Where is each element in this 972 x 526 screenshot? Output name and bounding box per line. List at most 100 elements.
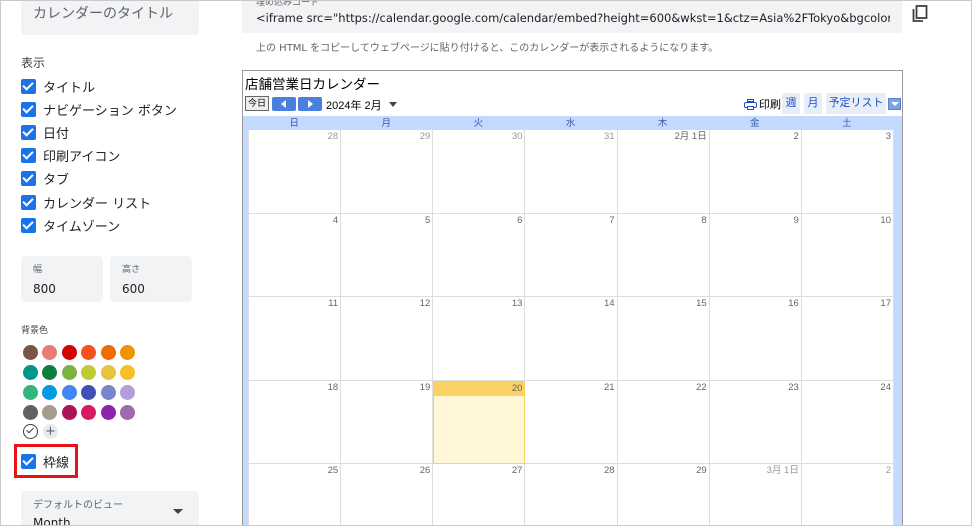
color-swatch[interactable]: [119, 365, 135, 380]
color-swatch[interactable]: [23, 385, 38, 400]
option-checkbox[interactable]: [21, 171, 36, 187]
day-cell[interactable]: 19: [341, 380, 434, 464]
calendar-title: 店舗営業日カレンダー: [245, 77, 380, 92]
day-cell[interactable]: 22: [617, 380, 710, 464]
display-option[interactable]: ナビゲーション ボタン: [21, 99, 177, 119]
dropdown-arrow-icon: [173, 509, 183, 514]
option-checkbox[interactable]: [21, 194, 36, 210]
border-option[interactable]: 枠線: [14, 444, 78, 478]
day-cell[interactable]: 29: [341, 130, 434, 214]
day-cell[interactable]: 27: [433, 464, 526, 525]
day-cell[interactable]: 16: [709, 297, 802, 381]
color-swatch[interactable]: [42, 405, 58, 420]
calendar-list-dropdown[interactable]: [888, 98, 901, 110]
day-cell[interactable]: 3: [801, 130, 894, 214]
day-cell[interactable]: 28: [249, 130, 342, 214]
option-checkbox[interactable]: [21, 124, 36, 140]
color-swatch[interactable]: [100, 385, 116, 400]
today-button[interactable]: 今日: [245, 96, 269, 111]
day-cell[interactable]: 2: [801, 464, 894, 525]
color-swatch[interactable]: [23, 405, 38, 420]
color-swatch[interactable]: [119, 385, 135, 400]
display-option[interactable]: タイムゾーン: [21, 215, 120, 235]
day-cell[interactable]: 18: [249, 380, 342, 464]
add-color-icon[interactable]: +: [43, 424, 58, 439]
day-cell[interactable]: 21: [525, 380, 618, 464]
display-option[interactable]: タイトル: [21, 76, 95, 96]
day-cell[interactable]: 2月 1日: [617, 130, 710, 214]
day-cell[interactable]: 2: [709, 130, 802, 214]
color-swatch[interactable]: [81, 405, 97, 420]
day-cell-today[interactable]: 20: [433, 380, 526, 464]
color-swatch[interactable]: [100, 365, 116, 380]
color-swatch[interactable]: [42, 365, 58, 380]
day-cell[interactable]: 14: [525, 297, 618, 381]
display-option[interactable]: タブ: [21, 169, 69, 189]
custom-color-checked-icon[interactable]: [23, 424, 38, 439]
color-swatch[interactable]: [23, 345, 38, 360]
day-cell[interactable]: 25: [249, 464, 342, 525]
color-swatch[interactable]: [61, 405, 77, 420]
color-swatch[interactable]: [81, 345, 97, 360]
height-field[interactable]: 高さ 600: [110, 256, 192, 302]
color-swatch[interactable]: [100, 405, 116, 420]
default-view-select[interactable]: デフォルトのビュー Month: [21, 491, 199, 525]
print-button[interactable]: 印刷: [744, 96, 781, 112]
day-cell[interactable]: 4: [249, 213, 342, 297]
color-swatch[interactable]: [81, 365, 97, 380]
day-cell[interactable]: 23: [709, 380, 802, 464]
day-cell[interactable]: 24: [801, 380, 894, 464]
display-option[interactable]: 日付: [21, 122, 69, 142]
day-number: 27: [511, 465, 523, 476]
day-number: 9: [793, 214, 799, 226]
day-cell[interactable]: 8: [617, 213, 710, 297]
day-cell[interactable]: 11: [249, 297, 342, 381]
option-checkbox[interactable]: [21, 78, 36, 94]
color-swatch[interactable]: [81, 385, 97, 400]
option-checkbox[interactable]: [21, 101, 36, 117]
display-option[interactable]: 印刷アイコン: [21, 146, 120, 166]
day-cell[interactable]: 28: [525, 464, 618, 525]
day-cell[interactable]: 26: [341, 464, 434, 525]
day-cell[interactable]: 31: [525, 130, 618, 214]
width-field[interactable]: 幅 800: [21, 256, 103, 302]
day-cell[interactable]: 5: [341, 213, 434, 297]
day-cell[interactable]: 15: [617, 297, 710, 381]
day-cell[interactable]: 12: [341, 297, 434, 381]
day-cell[interactable]: 3月 1日: [709, 464, 802, 525]
current-period[interactable]: 2024年 2月: [326, 97, 382, 113]
color-swatch[interactable]: [119, 405, 135, 420]
calendar-title-field[interactable]: カレンダーのタイトル: [21, 1, 199, 35]
printer-icon: [744, 98, 757, 110]
day-cell[interactable]: 30: [433, 130, 526, 214]
day-cell[interactable]: 17: [801, 297, 894, 381]
embed-code-field[interactable]: 埋め込みコード <iframe src="https://calendar.go…: [242, 1, 902, 33]
day-cell[interactable]: 6: [433, 213, 526, 297]
color-swatch[interactable]: [100, 345, 116, 360]
previous-month-button[interactable]: [272, 97, 296, 111]
day-cell[interactable]: 7: [525, 213, 618, 297]
option-checkbox[interactable]: [21, 217, 36, 233]
color-swatch[interactable]: [61, 345, 77, 360]
color-swatch[interactable]: [61, 365, 77, 380]
option-label: ナビゲーション ボタン: [43, 103, 177, 119]
day-cell[interactable]: 10: [801, 213, 894, 297]
border-checkbox[interactable]: [21, 453, 36, 469]
copy-icon[interactable]: [912, 5, 928, 22]
color-swatch[interactable]: [23, 365, 38, 380]
day-number: 5: [424, 214, 431, 226]
tab-month[interactable]: 月: [804, 93, 822, 114]
color-swatch[interactable]: [42, 345, 58, 360]
option-checkbox[interactable]: [21, 148, 36, 164]
day-cell[interactable]: 13: [433, 297, 526, 381]
day-cell[interactable]: 9: [709, 213, 802, 297]
next-month-button[interactable]: [298, 97, 322, 111]
color-swatch[interactable]: [119, 345, 135, 360]
display-option[interactable]: カレンダー リスト: [21, 192, 151, 212]
tab-agenda[interactable]: 予定リスト: [826, 93, 886, 114]
chevron-down-icon[interactable]: [389, 102, 397, 107]
color-swatch[interactable]: [61, 385, 77, 400]
tab-week[interactable]: 週: [782, 93, 800, 114]
color-swatch[interactable]: [42, 385, 58, 400]
day-cell[interactable]: 29: [617, 464, 710, 525]
